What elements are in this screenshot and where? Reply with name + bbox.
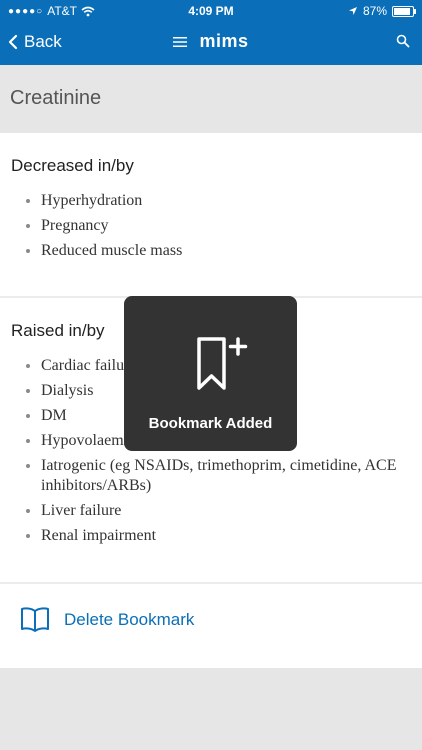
nav-bar: Back mims	[0, 22, 422, 65]
battery-icon	[392, 5, 416, 17]
list-item: Hyperhydration	[26, 191, 412, 211]
location-arrow-icon	[348, 7, 357, 15]
raised-heading: Raised in/by	[11, 321, 105, 340]
bookmark-added-toast: Bookmark Added	[124, 296, 297, 451]
bookmark-section: Delete Bookmark	[0, 584, 422, 668]
brand: mims	[0, 31, 422, 52]
decreased-section: Decreased in/by Hyperhydration Pregnancy…	[0, 133, 422, 296]
list-item: Liver failure	[26, 501, 412, 521]
page-header: Creatinine	[0, 65, 422, 133]
search-icon	[396, 34, 410, 48]
menu-icon[interactable]	[173, 36, 188, 48]
delete-bookmark-label: Delete Bookmark	[64, 610, 195, 629]
status-right: 87%	[348, 4, 416, 18]
toast-label: Bookmark Added	[148, 415, 273, 432]
page-title: Creatinine	[10, 87, 102, 109]
battery-fill	[394, 7, 410, 15]
mims-logo: mims	[199, 31, 249, 51]
book-icon	[21, 607, 49, 632]
status-bar: ●●●●○ AT&T 4:09 PM 87%	[0, 0, 422, 22]
bookmark-plus-icon	[197, 337, 248, 390]
list-item: Renal impairment	[26, 526, 412, 546]
list-item: Iatrogenic (eg NSAIDs, trimethoprim, cim…	[26, 456, 412, 496]
delete-bookmark-button[interactable]: Delete Bookmark	[20, 606, 194, 634]
battery-percent: 87%	[362, 4, 387, 18]
decreased-heading: Decreased in/by	[11, 156, 134, 175]
search-button[interactable]	[396, 34, 410, 53]
list-item: Reduced muscle mass	[26, 241, 412, 261]
decreased-list: Hyperhydration Pregnancy Reduced muscle …	[26, 191, 412, 266]
list-item: Pregnancy	[26, 216, 412, 236]
